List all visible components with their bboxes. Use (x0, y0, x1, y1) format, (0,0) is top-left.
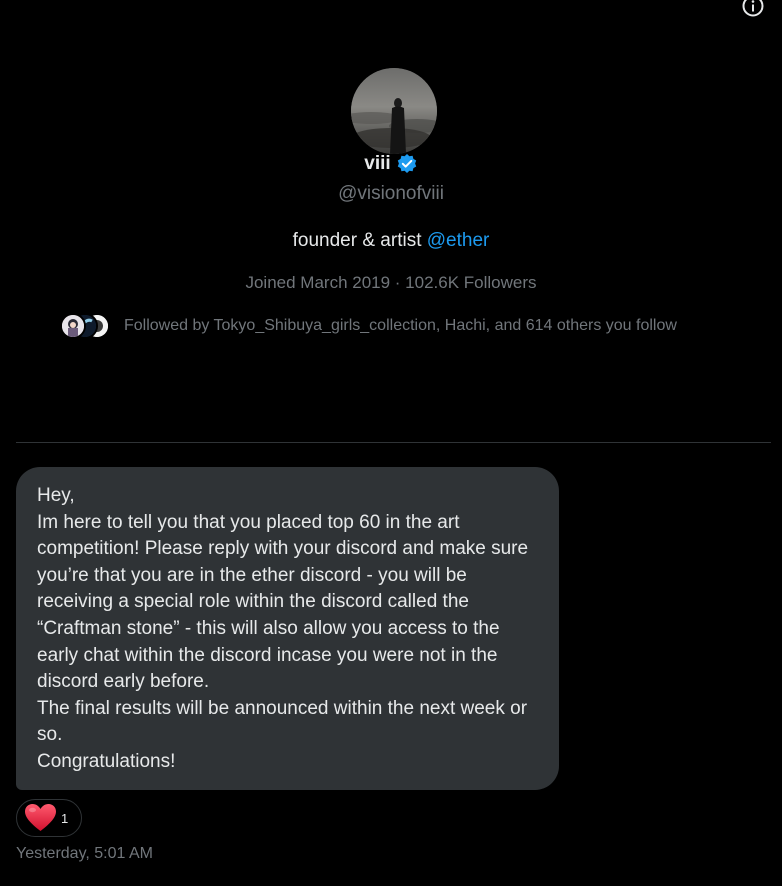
divider (16, 442, 771, 443)
profile-name-row: viii (0, 153, 782, 175)
bio-text: founder & artist (292, 230, 427, 251)
followed-by-text: Followed by Tokyo_Shibuya_girls_collecti… (124, 317, 677, 334)
message-line: Hey, (37, 485, 75, 506)
verified-badge-icon (396, 153, 418, 175)
bio-mention-link[interactable]: @ether (427, 230, 490, 251)
profile-bio: founder & artist @ether (0, 230, 782, 252)
message-line: The final results will be announced with… (37, 697, 528, 746)
follower-avatars (60, 313, 110, 339)
profile-handle: @visionofviii (338, 183, 444, 204)
message-timestamp: Yesterday, 5:01 AM (16, 845, 153, 862)
message-line: Im here to tell you that you placed top … (37, 511, 529, 693)
followed-by-row[interactable]: Followed by Tokyo_Shibuya_girls_collecti… (60, 313, 677, 339)
profile-avatar[interactable] (351, 68, 437, 154)
display-name[interactable]: viii (364, 153, 390, 175)
reaction-pill[interactable]: 1 (16, 799, 82, 837)
profile-meta: Joined March 2019 · 102.6K Followers (245, 273, 537, 292)
avatar-image (351, 68, 437, 154)
message-line: Congratulations! (37, 750, 176, 772)
message-bubble[interactable]: Hey, Im here to tell you that you placed… (16, 467, 559, 790)
follower-avatar (60, 313, 86, 339)
info-icon (742, 0, 764, 17)
reaction-count: 1 (61, 810, 69, 826)
heart-icon (25, 804, 56, 831)
conversation-info-button[interactable] (742, 0, 764, 17)
